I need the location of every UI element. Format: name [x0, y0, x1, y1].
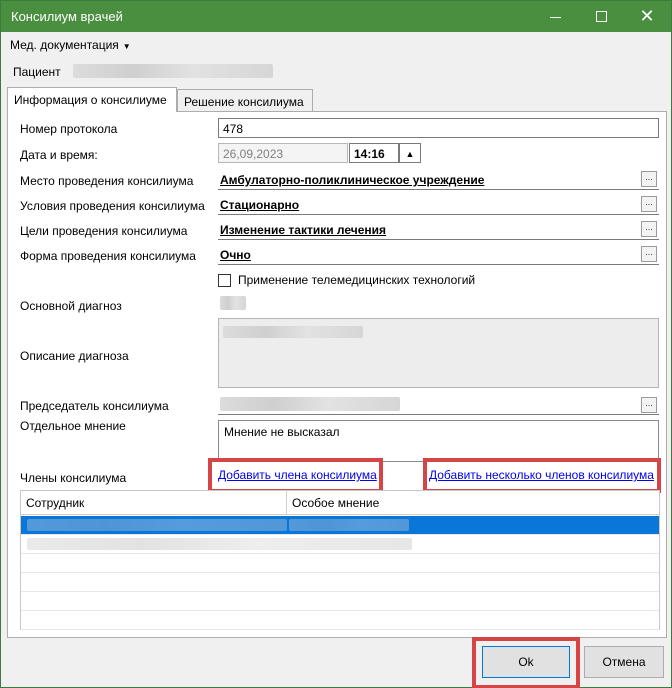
- table-row[interactable]: [21, 592, 659, 611]
- ok-button[interactable]: Ok: [482, 646, 570, 678]
- table-row[interactable]: [21, 573, 659, 592]
- time-spin-up[interactable]: ▲: [399, 143, 421, 163]
- chairman-name-redacted: [220, 397, 400, 411]
- form-type-field[interactable]: Очно: [218, 245, 659, 265]
- protocol-label: Номер протокола: [20, 122, 118, 136]
- diagnosis-desc-redacted: [223, 326, 363, 338]
- form-type-label: Форма проведения консилиума: [20, 249, 196, 263]
- conditions-picker-button[interactable]: ...: [641, 196, 657, 212]
- grid-header-employee[interactable]: Сотрудник: [21, 491, 287, 515]
- place-field[interactable]: Амбулаторно-поликлиническое учреждение: [218, 170, 659, 190]
- ellipsis-icon: ...: [645, 247, 653, 257]
- diagnosis-desc-label: Описание диагноза: [20, 349, 129, 363]
- separate-opinion-textarea[interactable]: Мнение не высказал: [218, 420, 659, 462]
- ellipsis-icon: ...: [645, 172, 653, 182]
- datetime-label: Дата и время:: [20, 148, 98, 162]
- row-opinion-redacted: [289, 519, 409, 531]
- tab-decision[interactable]: Решение консилиума: [177, 89, 313, 111]
- members-label: Члены консилиума: [20, 471, 127, 485]
- triangle-up-icon: ▲: [405, 149, 415, 159]
- close-button[interactable]: ✕: [625, 1, 669, 32]
- title-bar: Консилиум врачей ✕: [1, 1, 671, 32]
- menu-bar: Мед. документация ▼: [2, 32, 670, 56]
- telemed-checkbox[interactable]: [218, 274, 231, 287]
- main-diagnosis-redacted: [220, 296, 246, 310]
- patient-label: Пациент: [13, 65, 61, 79]
- date-input[interactable]: 26,09,2023: [218, 143, 348, 163]
- tab-panel-info: Номер протокола 478 Дата и время: 26,09,…: [7, 111, 667, 638]
- chairman-label: Председатель консилиума: [20, 399, 169, 413]
- menu-med-docs-label: Мед. документация: [10, 38, 119, 52]
- goals-picker-button[interactable]: ...: [641, 221, 657, 237]
- patient-name-redacted: [73, 64, 273, 78]
- chevron-down-icon: ▼: [122, 42, 131, 51]
- window-title: Консилиум врачей: [11, 9, 123, 24]
- row-redacted: [27, 538, 412, 550]
- minimize-icon: [549, 16, 561, 19]
- time-input[interactable]: 14:16: [349, 143, 399, 163]
- cancel-button[interactable]: Отмена: [584, 646, 664, 678]
- diagnosis-desc-area[interactable]: [218, 318, 659, 388]
- members-grid: Сотрудник Особое мнение: [20, 490, 660, 630]
- dialog-window: Консилиум врачей ✕ Мед. документация ▼ Па…: [0, 0, 672, 688]
- main-diagnosis-label: Основной диагноз: [20, 299, 122, 313]
- goals-label: Цели проведения консилиума: [20, 224, 188, 238]
- telemed-label: Применение телемедицинских технологий: [238, 273, 476, 287]
- minimize-button[interactable]: [533, 1, 577, 32]
- add-members-link[interactable]: Добавить несколько членов консилиума: [429, 468, 654, 482]
- add-member-link[interactable]: Добавить члена консилиума: [218, 468, 377, 482]
- conditions-label: Условия проведения консилиума: [20, 199, 205, 213]
- ellipsis-icon: ...: [645, 222, 653, 232]
- table-row[interactable]: [21, 554, 659, 573]
- protocol-input[interactable]: 478: [218, 118, 659, 138]
- close-icon: ✕: [639, 6, 655, 26]
- table-row[interactable]: [21, 611, 659, 630]
- separate-opinion-label: Отдельное мнение: [20, 419, 126, 433]
- place-label: Место проведения консилиума: [20, 174, 194, 188]
- place-picker-button[interactable]: ...: [641, 171, 657, 187]
- chairman-field[interactable]: [218, 395, 659, 415]
- row-employee-redacted: [27, 519, 287, 531]
- maximize-button[interactable]: [579, 1, 623, 32]
- conditions-field[interactable]: Стационарно: [218, 195, 659, 215]
- chairman-picker-button[interactable]: ...: [641, 397, 657, 413]
- tab-info[interactable]: Информация о консилиуме: [7, 87, 177, 112]
- maximize-icon: [595, 11, 607, 22]
- table-row[interactable]: [21, 535, 659, 554]
- menu-med-docs[interactable]: Мед. документация ▼: [10, 38, 131, 52]
- ellipsis-icon: ...: [645, 197, 653, 207]
- ellipsis-icon: ...: [645, 398, 653, 408]
- form-type-picker-button[interactable]: ...: [641, 246, 657, 262]
- goals-field[interactable]: Изменение тактики лечения: [218, 220, 659, 240]
- table-row[interactable]: [21, 516, 659, 535]
- grid-header-opinion[interactable]: Особое мнение: [287, 491, 659, 515]
